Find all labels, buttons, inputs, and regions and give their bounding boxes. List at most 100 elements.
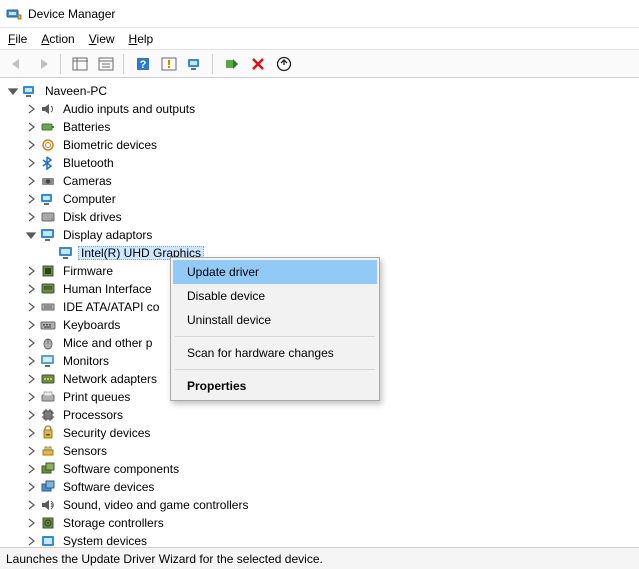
tree-root[interactable]: Naveen-PC — [4, 82, 639, 100]
title-bar: Device Manager — [0, 0, 639, 28]
context-update-driver[interactable]: Update driver — [173, 260, 377, 284]
tree-category-cameras[interactable]: Cameras — [4, 172, 639, 190]
tree-category-biometric[interactable]: Biometric devices — [4, 136, 639, 154]
update-driver-button[interactable] — [273, 53, 295, 75]
expander-icon[interactable] — [22, 370, 40, 388]
tree-category-disk[interactable]: Disk drives — [4, 208, 639, 226]
expander-icon[interactable] — [22, 406, 40, 424]
context-disable-device[interactable]: Disable device — [173, 284, 377, 308]
tree-category-display[interactable]: Display adaptors — [4, 226, 639, 244]
enable-device-button[interactable] — [221, 53, 243, 75]
expander-icon[interactable] — [22, 172, 40, 190]
ide-icon — [40, 299, 56, 315]
toolbar-separator — [123, 54, 124, 74]
tree-category-label: Biometric devices — [60, 138, 160, 152]
context-menu: Update driver Disable device Uninstall d… — [170, 257, 380, 401]
tree-category-security[interactable]: Security devices — [4, 424, 639, 442]
status-bar: Launches the Update Driver Wizard for th… — [0, 547, 639, 569]
context-separator — [175, 369, 375, 370]
expander-icon[interactable] — [22, 190, 40, 208]
expander-icon[interactable] — [22, 460, 40, 478]
tree-category-label: IDE ATA/ATAPI co — [60, 300, 162, 314]
expander-icon[interactable] — [22, 208, 40, 226]
expander-icon[interactable] — [22, 262, 40, 280]
show-hide-tree-button[interactable] — [69, 53, 91, 75]
expander-icon[interactable] — [22, 424, 40, 442]
expander-icon[interactable] — [22, 352, 40, 370]
properties-button[interactable] — [95, 53, 117, 75]
tree-category-sound[interactable]: Sound, video and game controllers — [4, 496, 639, 514]
computer-icon — [22, 83, 38, 99]
tree-category-processors[interactable]: Processors — [4, 406, 639, 424]
menu-action[interactable]: Action — [41, 32, 74, 46]
tree-category-label: System devices — [60, 534, 150, 547]
tree-category-computer[interactable]: Computer — [4, 190, 639, 208]
software_devices-icon — [40, 479, 56, 495]
uninstall-device-button[interactable] — [247, 53, 269, 75]
expander-icon[interactable] — [22, 100, 40, 118]
monitors-icon — [40, 353, 56, 369]
expander-icon[interactable] — [22, 478, 40, 496]
bluetooth-icon — [40, 155, 56, 171]
expander-icon[interactable] — [22, 298, 40, 316]
batteries-icon — [40, 119, 56, 135]
tree-category-label: Firmware — [60, 264, 116, 278]
context-uninstall-device[interactable]: Uninstall device — [173, 308, 377, 332]
cameras-icon — [40, 173, 56, 189]
storage-icon — [40, 515, 56, 531]
processors-icon — [40, 407, 56, 423]
toolbar: ? — [0, 50, 639, 78]
svg-text:?: ? — [140, 59, 147, 71]
expander-icon[interactable] — [22, 514, 40, 532]
display-icon — [58, 245, 74, 261]
tree-category-label: Computer — [60, 192, 119, 206]
tree-category-label: Storage controllers — [60, 516, 167, 530]
expander-icon[interactable] — [22, 442, 40, 460]
expander-icon[interactable] — [22, 154, 40, 172]
tree-category-system[interactable]: System devices — [4, 532, 639, 547]
expander-icon[interactable] — [22, 226, 40, 244]
scan-hardware-button[interactable] — [184, 53, 206, 75]
tree-category-software_components[interactable]: Software components — [4, 460, 639, 478]
audio-icon — [40, 101, 56, 117]
tree-category-label: Security devices — [60, 426, 153, 440]
menu-help[interactable]: Help — [129, 32, 154, 46]
software_components-icon — [40, 461, 56, 477]
sound-icon — [40, 497, 56, 513]
window-title: Device Manager — [28, 7, 115, 21]
expander-icon[interactable] — [22, 388, 40, 406]
mice-icon — [40, 335, 56, 351]
expander-icon[interactable] — [4, 82, 22, 100]
menu-bar: File Action View Help — [0, 28, 639, 50]
action-center-button[interactable] — [158, 53, 180, 75]
expander-icon[interactable] — [22, 118, 40, 136]
tree-category-batteries[interactable]: Batteries — [4, 118, 639, 136]
tree-category-storage[interactable]: Storage controllers — [4, 514, 639, 532]
help-button[interactable]: ? — [132, 53, 154, 75]
expander-icon[interactable] — [22, 316, 40, 334]
print_queues-icon — [40, 389, 56, 405]
tree-category-label: Disk drives — [60, 210, 125, 224]
tree-category-sensors[interactable]: Sensors — [4, 442, 639, 460]
expander-icon[interactable] — [22, 532, 40, 547]
tree-category-label: Mice and other p — [60, 336, 155, 350]
tree-category-bluetooth[interactable]: Bluetooth — [4, 154, 639, 172]
tree-category-audio[interactable]: Audio inputs and outputs — [4, 100, 639, 118]
expander-icon[interactable] — [22, 136, 40, 154]
tree-category-label: Display adaptors — [60, 228, 155, 242]
expander-icon[interactable] — [22, 280, 40, 298]
tree-category-label: Monitors — [60, 354, 112, 368]
menu-view[interactable]: View — [89, 32, 115, 46]
computer-icon — [40, 191, 56, 207]
security-icon — [40, 425, 56, 441]
expander-icon[interactable] — [22, 334, 40, 352]
tree-root-label: Naveen-PC — [42, 84, 110, 98]
tree-category-label: Sensors — [60, 444, 110, 458]
tree-category-label: Bluetooth — [60, 156, 117, 170]
menu-file[interactable]: File — [8, 32, 27, 46]
context-scan-hardware[interactable]: Scan for hardware changes — [173, 341, 377, 365]
expander-icon[interactable] — [22, 496, 40, 514]
context-properties[interactable]: Properties — [173, 374, 377, 398]
tree-category-software_devices[interactable]: Software devices — [4, 478, 639, 496]
toolbar-separator — [60, 54, 61, 74]
